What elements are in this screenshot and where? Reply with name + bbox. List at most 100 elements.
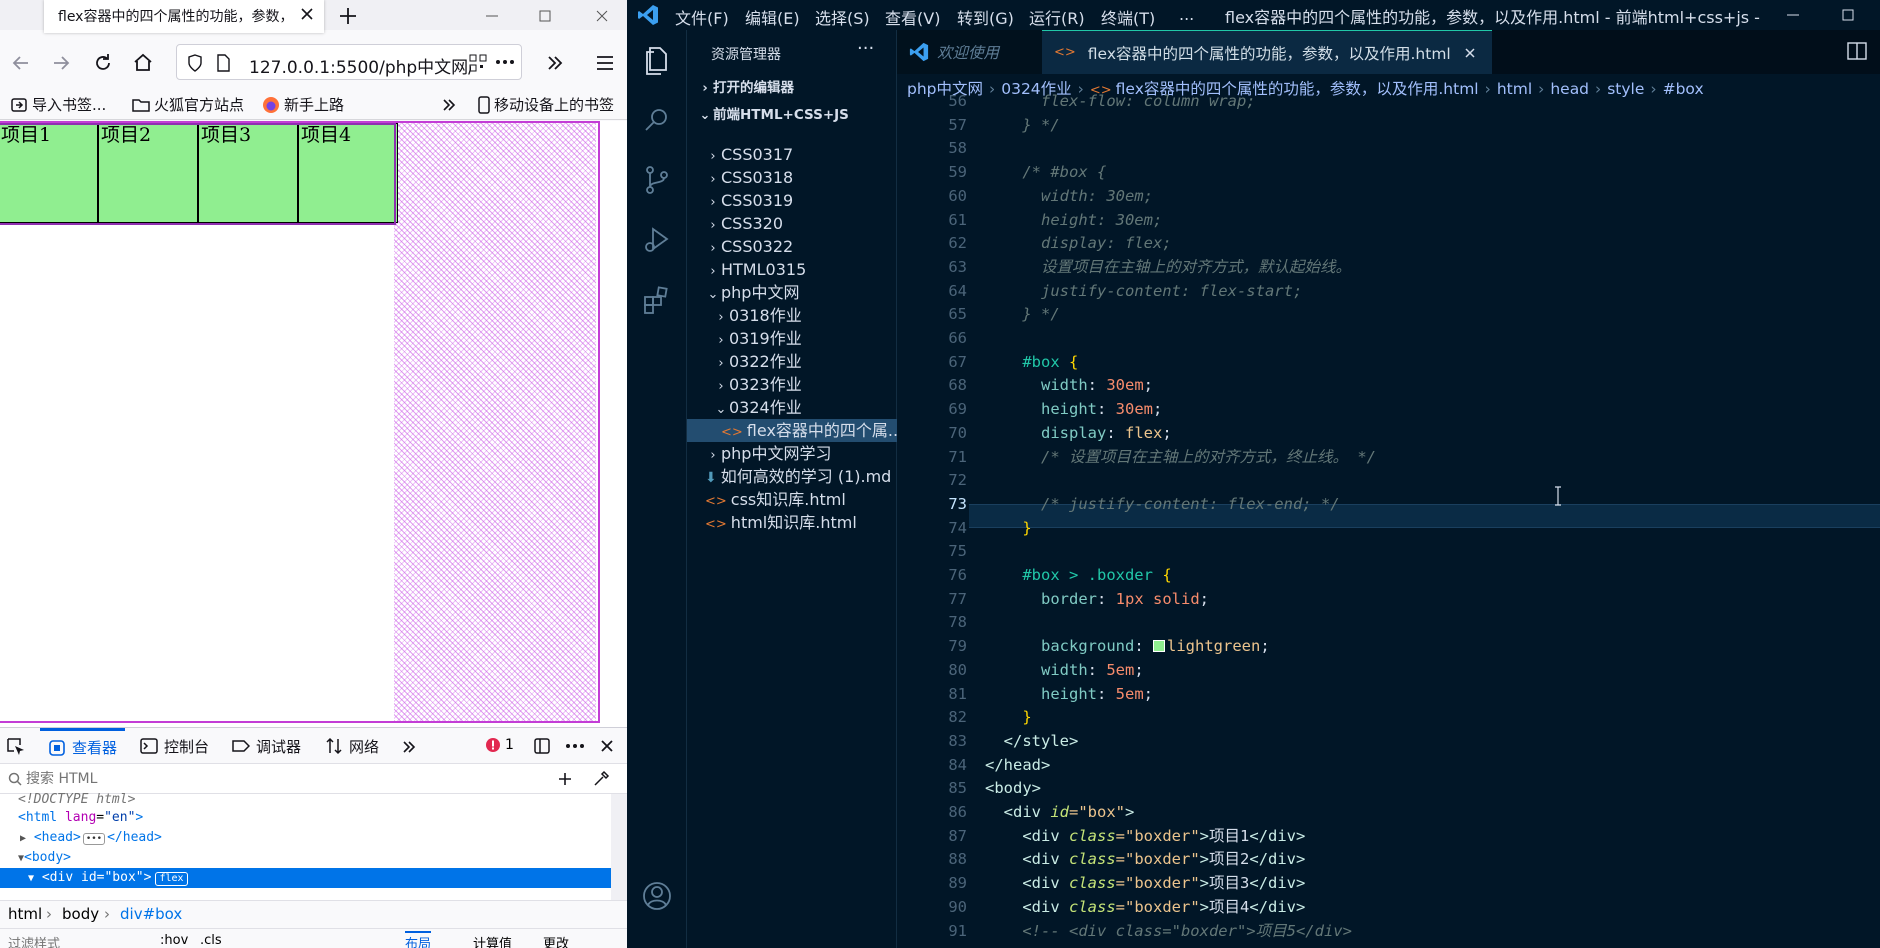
tree-node-doctype[interactable]: <!DOCTYPE html> <box>0 790 611 810</box>
explorer-item[interactable]: ›php中文网学习 <box>687 442 897 465</box>
menu-file[interactable]: 文件(F) <box>675 5 729 29</box>
menu-selection[interactable]: 选择(S) <box>815 5 870 29</box>
explorer-item[interactable]: ›0322作业 <box>687 350 897 373</box>
tab-layout[interactable]: 布局 <box>405 931 431 948</box>
menu-go[interactable]: 转到(G) <box>957 5 1014 29</box>
crumb-head[interactable]: head <box>1550 80 1589 98</box>
crumb-html[interactable]: html <box>1497 80 1532 98</box>
new-tab-icon[interactable] <box>336 4 360 28</box>
reload-icon[interactable] <box>90 50 116 76</box>
bookmark-firefox-site[interactable]: 火狐官方站点 <box>132 94 244 115</box>
minimize-icon[interactable] <box>480 4 504 28</box>
page-icon[interactable] <box>215 54 231 72</box>
explorer-item[interactable]: ›HTML0315 <box>687 258 897 281</box>
split-editor-icon[interactable] <box>1847 42 1867 60</box>
dock-side-icon[interactable] <box>533 737 551 755</box>
add-node-icon[interactable] <box>556 770 574 788</box>
explorer-item[interactable]: ›CSS0322 <box>687 235 897 258</box>
bookmarks-overflow-icon[interactable] <box>440 96 458 114</box>
section-open-editors[interactable]: ›打开的编辑器 <box>687 75 897 102</box>
tree-node-head[interactable]: ▶ <head>•••</head> <box>0 828 611 848</box>
explorer-item[interactable]: ›CSS320 <box>687 212 897 235</box>
crumb-div-box[interactable]: div#box <box>120 905 182 923</box>
collapsed-ellipsis[interactable]: ••• <box>83 833 105 845</box>
crumb-html[interactable]: html <box>8 905 42 923</box>
explorer-item[interactable]: ›0318作业 <box>687 304 897 327</box>
hamburger-menu-icon[interactable] <box>592 50 618 76</box>
element-picker-icon[interactable] <box>6 737 26 757</box>
color-swatch[interactable] <box>1153 640 1165 652</box>
minimize-icon[interactable] <box>1782 4 1804 26</box>
crumb-style[interactable]: style <box>1607 80 1644 98</box>
tree-node-html[interactable]: <html lang="en"> <box>0 808 611 828</box>
explorer-more-icon[interactable]: ··· <box>857 38 874 59</box>
source-control-icon[interactable] <box>641 164 673 196</box>
explorer-item[interactable]: <>css知识库.html <box>687 488 897 511</box>
explorer-item[interactable]: ›0323作业 <box>687 373 897 396</box>
tab-welcome[interactable]: 欢迎使用 <box>897 30 1042 74</box>
search-icon[interactable] <box>641 104 673 136</box>
menu-edit[interactable]: 编辑(E) <box>745 5 800 29</box>
maximize-icon[interactable] <box>1837 4 1859 26</box>
tree-scrollbar[interactable] <box>611 794 627 900</box>
extensions-icon[interactable] <box>641 284 673 316</box>
html-search-input[interactable] <box>26 768 526 790</box>
tab-computed[interactable]: 计算值 <box>473 933 512 948</box>
tab-inspector[interactable]: 查看器 <box>40 728 125 764</box>
close-icon[interactable] <box>298 5 316 23</box>
explorer-item[interactable]: ›CSS0318 <box>687 166 897 189</box>
bookmark-import[interactable]: 导入书签... <box>10 94 106 115</box>
menu-more[interactable]: ... <box>1179 5 1194 24</box>
explorer-item[interactable]: ›0319作业 <box>687 327 897 350</box>
tree-node-body[interactable]: ▼<body> <box>0 848 611 868</box>
overflow-chevron-icon[interactable] <box>542 50 568 76</box>
devtools-menu-icon[interactable] <box>565 743 585 749</box>
filter-styles-input[interactable]: 过滤样式 <box>8 933 60 948</box>
tab-debugger[interactable]: 调试器 <box>232 728 301 764</box>
account-icon[interactable] <box>641 880 673 912</box>
browser-tab[interactable]: flex容器中的四个属性的功能，参数，以及作用.html <box>44 0 324 33</box>
explorer-item[interactable]: ⬇如何高效的学习 (1).md <box>687 465 897 488</box>
page-actions-icon[interactable] <box>495 59 515 65</box>
bookmark-getting-started[interactable]: 新手上路 <box>262 94 344 115</box>
tab-active-file[interactable]: <> flex容器中的四个属性的功能，参数，以及作用.html <box>1042 30 1492 74</box>
crumb-selector[interactable]: #box <box>1663 80 1704 98</box>
forward-arrow-icon[interactable] <box>48 50 74 76</box>
flex-badge[interactable]: flex <box>155 872 187 886</box>
url-bar[interactable]: 127.0.0.1:5500/php中文网/ <box>176 44 522 80</box>
explorer-item[interactable]: <>flex容器中的四个属... <box>687 419 897 442</box>
explorer-item[interactable]: ›CSS0319 <box>687 189 897 212</box>
window-close-icon[interactable] <box>590 4 614 28</box>
qr-code-icon[interactable] <box>469 54 487 72</box>
maximize-icon[interactable] <box>533 4 557 28</box>
code-editor[interactable]: 5657585960616263646566676869707172737475… <box>897 104 1880 948</box>
page-scrollbar[interactable] <box>611 121 627 727</box>
more-tabs-chevron-icon[interactable] <box>400 738 418 756</box>
close-icon[interactable] <box>1463 46 1477 60</box>
shield-icon[interactable] <box>187 54 203 72</box>
cls-toggle[interactable]: .cls <box>200 933 222 948</box>
explorer-item[interactable]: ⌄php中文网 <box>687 281 897 304</box>
code-tag: <div <box>1022 827 1069 845</box>
explorer-files-icon[interactable] <box>641 44 673 76</box>
explorer-item[interactable]: ⌄0324作业 <box>687 396 897 419</box>
back-arrow-icon[interactable] <box>8 50 34 76</box>
home-icon[interactable] <box>130 50 156 76</box>
error-counter[interactable]: 1 <box>485 737 514 753</box>
tab-console[interactable]: 控制台 <box>140 728 209 764</box>
tree-node-div-box[interactable]: ▼ <div id="box">flex <box>0 868 611 888</box>
explorer-item[interactable]: <>html知识库.html <box>687 511 897 534</box>
explorer-item[interactable]: ›CSS0317 <box>687 143 897 166</box>
menu-terminal[interactable]: 终端(T) <box>1101 5 1155 29</box>
eyedropper-icon[interactable] <box>592 770 610 788</box>
hov-toggle[interactable]: :hov <box>160 933 188 948</box>
devtools-close-icon[interactable] <box>598 737 616 755</box>
tab-changes[interactable]: 更改 <box>543 933 569 948</box>
menu-view[interactable]: 查看(V) <box>885 5 940 29</box>
crumb-body[interactable]: body <box>62 905 99 923</box>
run-debug-icon[interactable] <box>641 224 673 256</box>
tab-network[interactable]: 网络 <box>325 728 379 764</box>
menu-run[interactable]: 运行(R) <box>1029 5 1085 29</box>
bookmark-mobile[interactable]: 移动设备上的书签 <box>478 94 614 115</box>
section-workspace[interactable]: ⌄前端HTML+CSS+JS <box>687 102 897 129</box>
